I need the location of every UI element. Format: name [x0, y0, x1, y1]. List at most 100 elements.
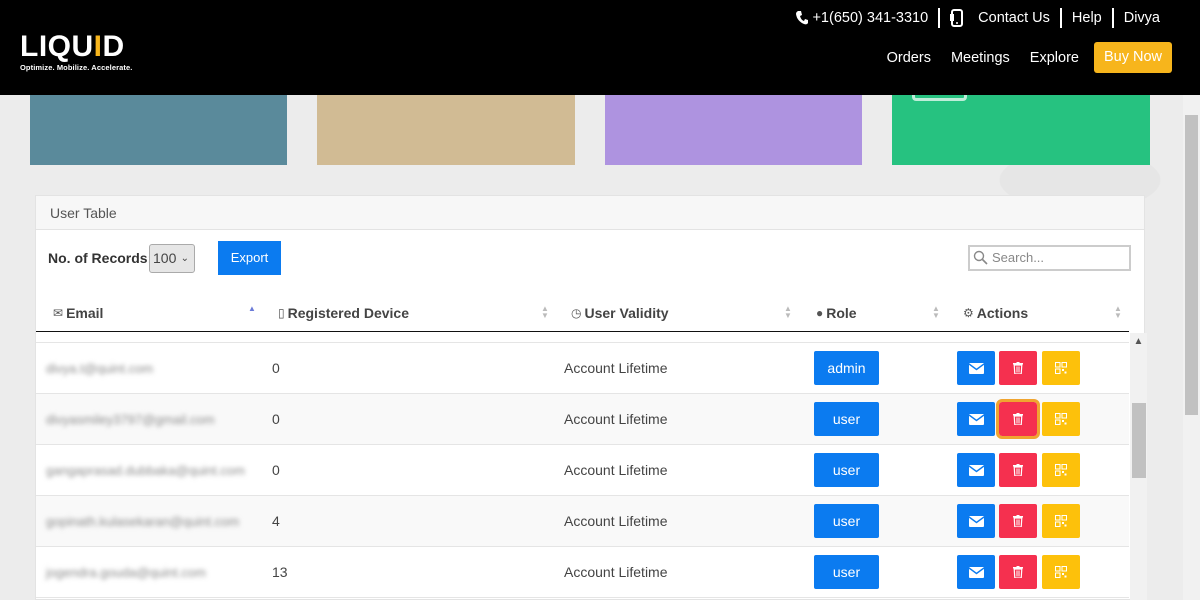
sort-icon[interactable]: ▲ ▼ [784, 305, 792, 320]
email-action-button[interactable] [957, 402, 995, 436]
top-header: LIQUID Optimize. Mobilize. Accelerate. +… [0, 0, 1200, 95]
qr-code-icon [1055, 362, 1067, 374]
chevron-down-icon: ⌄ [180, 253, 189, 264]
qr-action-button[interactable] [1042, 351, 1080, 385]
table-row [36, 333, 1129, 343]
table-controls: No. of Records: 100 ⌄ Export [36, 230, 1144, 290]
nav-orders[interactable]: Orders [887, 50, 931, 66]
column-user-validity[interactable]: ◷ User Validity [571, 305, 669, 321]
panel-heading: User Table [36, 196, 1144, 230]
nav-explore[interactable]: Explore [1030, 50, 1079, 66]
delete-action-button[interactable] [999, 351, 1037, 385]
device-count-cell: 4 [272, 513, 280, 529]
logo-tagline: Optimize. Mobilize. Accelerate. [20, 63, 133, 72]
stat-card-4[interactable] [892, 95, 1150, 165]
email-action-button[interactable] [957, 504, 995, 538]
delete-action-button[interactable] [999, 453, 1037, 487]
divider [938, 8, 941, 28]
scroll-thumb[interactable] [1132, 403, 1146, 478]
sort-asc-icon[interactable]: ▲ [248, 305, 256, 313]
qr-action-button[interactable] [1042, 555, 1080, 589]
table-row: jogendra.gouda@quint.com 13 Account Life… [36, 547, 1129, 598]
user-menu[interactable]: Divya [1124, 10, 1160, 26]
search-input[interactable] [992, 250, 1122, 265]
export-button[interactable]: Export [218, 241, 281, 275]
user-icon: ● [816, 306, 824, 320]
table-row: gangaprasad.dubbaka@quint.com 0 Account … [36, 445, 1129, 496]
contact-us-label: Contact Us [978, 10, 1050, 26]
search-box [968, 245, 1131, 271]
liquid-logo[interactable]: LIQUID Optimize. Mobilize. Accelerate. [20, 32, 133, 73]
email-cell: divya.t@quint.com [46, 361, 154, 376]
sort-icon[interactable]: ▲ ▼ [541, 305, 549, 320]
table-row: divyasmiley3797@gmail.com 0 Account Life… [36, 394, 1129, 445]
sort-icon[interactable]: ▲ ▼ [932, 305, 940, 320]
page-scroll-thumb[interactable] [1185, 115, 1198, 415]
delete-action-button[interactable] [996, 399, 1040, 439]
validity-cell: Account Lifetime [564, 360, 668, 376]
top-links: +1(650) 341-3310 Contact Us Help Divya [796, 8, 1160, 28]
device-count-cell: 13 [272, 564, 288, 580]
qr-code-icon [1055, 566, 1067, 578]
stat-card-2[interactable] [317, 95, 575, 165]
divider [1111, 8, 1114, 28]
role-button[interactable]: user [814, 402, 879, 436]
table-scrollbar[interactable]: ▲ [1130, 333, 1147, 600]
validity-cell: Account Lifetime [564, 462, 668, 478]
envelope-icon [968, 413, 984, 425]
email-action-button[interactable] [957, 555, 995, 589]
help-link[interactable]: Help [1072, 10, 1102, 26]
trash-icon [1013, 362, 1023, 374]
column-registered-device[interactable]: ▯ Registered Device [278, 305, 409, 321]
records-label: No. of Records: [48, 250, 153, 266]
email-cell: divyasmiley3797@gmail.com [46, 412, 215, 427]
role-button[interactable]: user [814, 555, 879, 589]
device-count-cell: 0 [272, 462, 280, 478]
role-button[interactable]: admin [814, 351, 879, 385]
gear-icon: ⚙ [963, 306, 974, 320]
stat-card-1[interactable] [30, 95, 287, 165]
device-count-cell: 0 [272, 411, 280, 427]
mobile-device-icon [950, 9, 964, 27]
delete-action-button[interactable] [999, 555, 1037, 589]
envelope-icon [968, 362, 984, 374]
phone-icon [796, 11, 809, 25]
trash-icon [1013, 413, 1023, 425]
table-header: ✉ Email ▲ ▯ Registered Device ▲ ▼ ◷ User Val… [36, 296, 1129, 332]
envelope-icon: ✉ [53, 306, 64, 320]
mobile-icon: ▯ [278, 306, 285, 320]
records-value: 100 [153, 250, 177, 266]
qr-action-button[interactable] [1042, 402, 1080, 436]
qr-code-icon [1055, 413, 1067, 425]
column-email[interactable]: ✉ Email [53, 305, 103, 321]
user-table-panel: User Table No. of Records: 100 ⌄ Export … [35, 195, 1147, 600]
device-count-cell: 0 [272, 360, 280, 376]
scroll-up-arrow-icon[interactable]: ▲ [1130, 333, 1147, 350]
email-action-button[interactable] [957, 351, 995, 385]
trash-icon [1013, 464, 1023, 476]
page-scrollbar[interactable] [1183, 95, 1200, 600]
sort-icon[interactable]: ▲ ▼ [1114, 305, 1122, 320]
validity-cell: Account Lifetime [564, 411, 668, 427]
role-button[interactable]: user [814, 453, 879, 487]
contact-us-link[interactable]: Contact Us [950, 9, 1050, 27]
stat-card-3[interactable] [605, 95, 862, 165]
delete-action-button[interactable] [999, 504, 1037, 538]
envelope-icon [968, 515, 984, 527]
main-nav: Orders Meetings Explore Buy Now [867, 42, 1172, 73]
phone-link[interactable]: +1(650) 341-3310 [796, 10, 928, 26]
qr-action-button[interactable] [1042, 504, 1080, 538]
table-row: gopinath.kulasekaran@quint.com 4 Account… [36, 496, 1129, 547]
qr-code-icon [1055, 464, 1067, 476]
envelope-icon [968, 464, 984, 476]
records-select[interactable]: 100 ⌄ [149, 244, 195, 273]
qr-action-button[interactable] [1042, 453, 1080, 487]
nav-meetings[interactable]: Meetings [951, 50, 1010, 66]
column-role[interactable]: ● Role [816, 305, 857, 321]
email-action-button[interactable] [957, 453, 995, 487]
email-cell: gangaprasad.dubbaka@quint.com [46, 463, 245, 478]
buy-now-button[interactable]: Buy Now [1093, 42, 1172, 73]
column-actions[interactable]: ⚙ Actions [963, 305, 1028, 321]
role-button[interactable]: user [814, 504, 879, 538]
divider [1059, 8, 1062, 28]
